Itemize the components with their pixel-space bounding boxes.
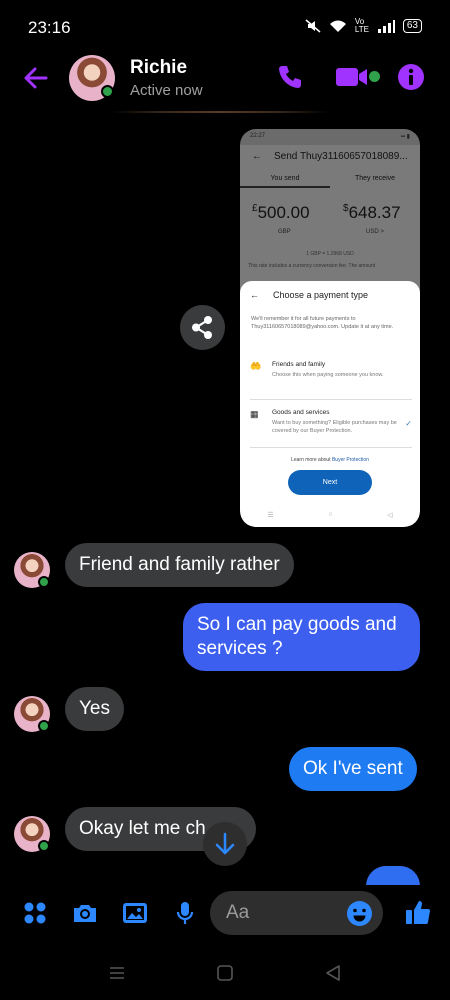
- message-bubble-incoming[interactable]: Friend and family rather: [65, 543, 294, 587]
- shot-receive-value: 648.37: [348, 203, 401, 222]
- microphone-icon[interactable]: [171, 899, 199, 927]
- shared-screenshot[interactable]: 22:27 ▪▪ ▮ ← Send Thuy31160657018089... Yo…: [240, 129, 420, 527]
- phone-icon[interactable]: [275, 62, 305, 92]
- message-composer: Aa: [0, 885, 450, 943]
- shot-sheet-title: ← Choose a payment type: [250, 290, 368, 300]
- shot-divider: [250, 399, 412, 400]
- camera-icon[interactable]: [71, 899, 99, 927]
- status-time: 23:16: [28, 18, 71, 37]
- online-indicator: [38, 576, 50, 588]
- shot-sheet-back-icon: ←: [250, 290, 259, 300]
- shot-send-value: 500.00: [257, 203, 310, 222]
- storefront-icon: ▦: [250, 409, 259, 419]
- arrow-down-icon: [215, 832, 235, 855]
- message-input[interactable]: Aa: [210, 891, 383, 935]
- shot-rate: 1 GBP = 1.2968 USD: [306, 251, 354, 257]
- shot-send-amount: £500.00: [252, 203, 310, 223]
- share-button[interactable]: [180, 305, 225, 350]
- shot-status-icons: ▪▪ ▮: [400, 134, 410, 140]
- previous-image-edge: [110, 111, 330, 113]
- message-bubble-outgoing[interactable]: So I can pay goods and services ?: [183, 603, 420, 671]
- battery-icon: 63: [402, 19, 422, 33]
- message-bubble-outgoing[interactable]: Ok I've sent: [289, 747, 417, 791]
- shot-learn-more: Learn more about Buyer Protection: [240, 457, 420, 463]
- scroll-to-bottom-button[interactable]: [203, 822, 247, 866]
- volte-icon: Vo LTE: [354, 17, 369, 34]
- shot-tabs: You send They receive: [240, 171, 420, 188]
- shot-divider-2: [250, 447, 412, 448]
- online-indicator: [38, 720, 50, 732]
- chat-header: Richie Active now: [0, 52, 450, 108]
- status-icons: Vo LTE 63: [305, 18, 422, 34]
- shot-receive-currency: USD >: [366, 229, 384, 235]
- mute-icon: [305, 19, 321, 33]
- shot-option2-desc: Want to buy something? Eligible purchase…: [272, 420, 397, 434]
- presence-status: Active now: [130, 82, 203, 99]
- thumbs-up-icon[interactable]: [403, 897, 433, 927]
- shot-send-panel: ← Send Thuy31160657018089... You send The…: [240, 145, 420, 291]
- shot-next-button: Next: [288, 470, 372, 495]
- share-icon: [192, 316, 212, 339]
- menu-dots-icon[interactable]: [21, 899, 49, 927]
- shot-tab-send: You send: [240, 171, 330, 188]
- video-online-indicator: [369, 71, 380, 82]
- shot-send-currency: GBP: [278, 229, 291, 235]
- shot-status-bar: 22:27 ▪▪ ▮: [240, 129, 420, 145]
- emoji-icon[interactable]: [346, 900, 373, 927]
- shot-menu-icon: ☰: [267, 512, 274, 519]
- shot-title: ← Send Thuy31160657018089...: [252, 151, 408, 162]
- shot-sheet-title-text: Choose a payment type: [273, 290, 369, 300]
- shot-home-icon: ○: [328, 511, 333, 518]
- shot-receive-amount: $648.37: [343, 203, 401, 223]
- contact-name[interactable]: Richie: [130, 57, 187, 79]
- shot-learn-text: Learn more about: [291, 457, 331, 463]
- back-arrow-icon[interactable]: [20, 62, 52, 94]
- gallery-icon[interactable]: [121, 899, 149, 927]
- shot-option1-desc: Choose this when paying someone you know…: [272, 372, 384, 378]
- video-camera-icon[interactable]: [334, 62, 372, 92]
- recent-apps-icon[interactable]: [107, 963, 127, 983]
- shot-payment-sheet: ← Choose a payment type We'll remember it…: [240, 281, 420, 527]
- shot-sheet-text: We'll remember it for all future payment…: [251, 316, 394, 330]
- online-indicator: [38, 840, 50, 852]
- shot-back-nav-icon: ◁: [387, 512, 393, 519]
- message-bubble-incoming[interactable]: Yes: [65, 687, 124, 731]
- check-icon: ✓: [405, 419, 412, 428]
- status-bar: 23:16 Vo LTE 63: [0, 0, 450, 52]
- hand-heart-icon: 🤲: [250, 361, 262, 371]
- signal-icon: [377, 20, 395, 33]
- wifi-icon: [329, 20, 346, 32]
- shot-option1-title: Friends and family: [272, 361, 326, 368]
- info-icon[interactable]: [396, 62, 426, 92]
- home-icon[interactable]: [215, 963, 235, 983]
- shot-tab-receive: They receive: [354, 175, 396, 182]
- shot-option2-title: Goods and services: [272, 409, 330, 416]
- shot-note: This rate includes a currency conversion…: [248, 263, 376, 269]
- online-indicator: [101, 85, 114, 98]
- message-input-placeholder: Aa: [226, 902, 250, 923]
- system-nav-bar: [0, 945, 450, 1000]
- shot-nav-bar: ☰ ○ ◁: [240, 511, 420, 519]
- shot-back-icon: ←: [252, 151, 262, 162]
- back-nav-icon[interactable]: [323, 963, 343, 983]
- shot-title-text: Send Thuy31160657018089...: [274, 151, 408, 162]
- shot-time: 22:27: [250, 133, 266, 139]
- shot-learn-link: Buyer Protection: [331, 457, 369, 463]
- message-bubble-outgoing-partial: [366, 866, 420, 886]
